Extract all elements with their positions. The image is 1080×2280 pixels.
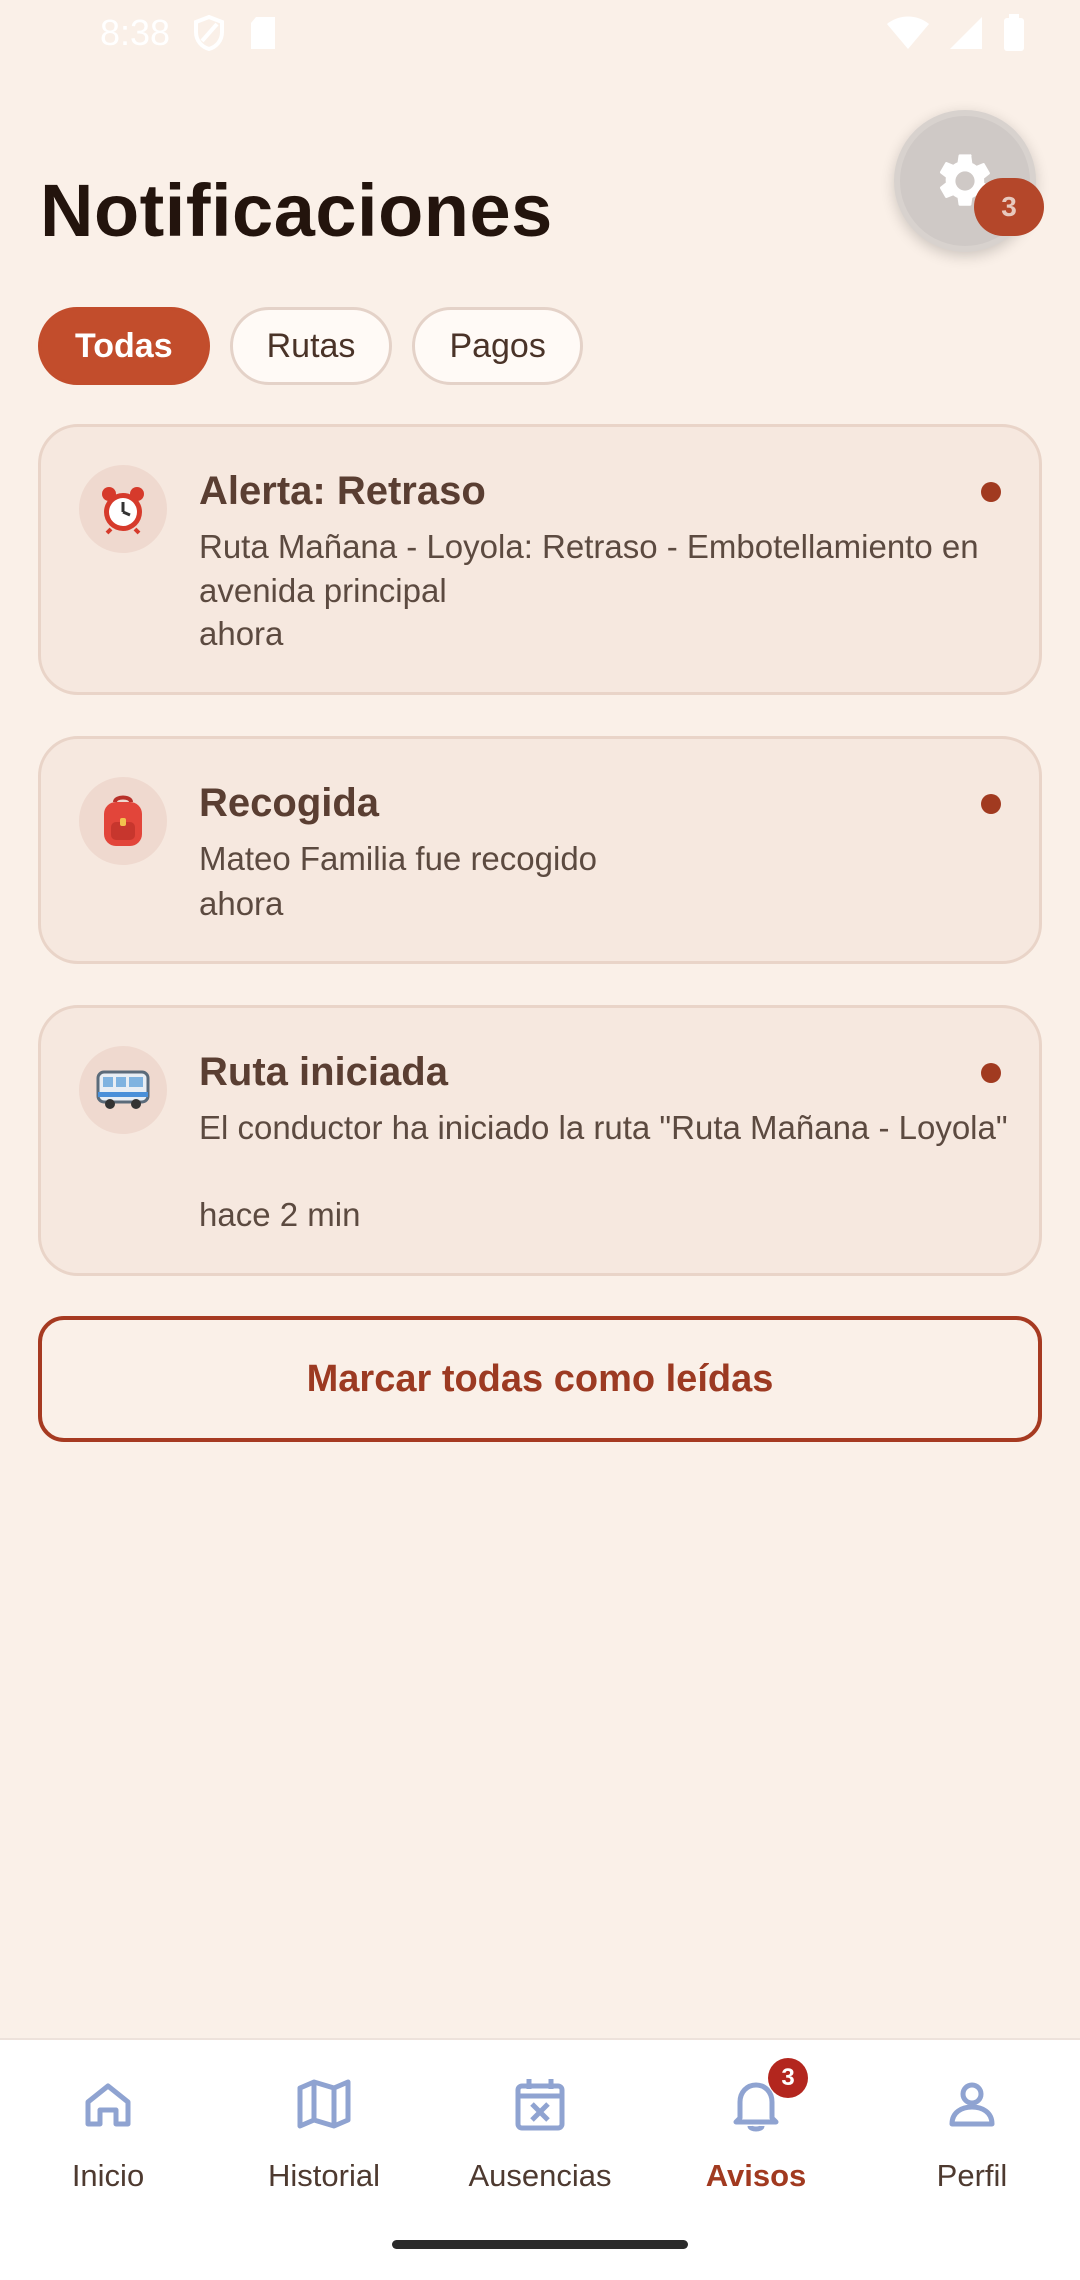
mark-all-read-button[interactable]: Marcar todas como leídas [38,1316,1042,1442]
nav-label: Avisos [705,2158,807,2193]
notification-time: ahora [199,615,284,652]
notification-card[interactable]: Recogida Mateo Familia fue recogido ahor… [38,736,1042,964]
nav-label: Ausencias [468,2158,612,2193]
sd-card-icon [251,17,276,49]
filter-chip-pagos[interactable]: Pagos [412,307,583,385]
status-bar: 8:38 [0,0,1080,66]
calendar-x-icon [510,2074,570,2134]
nav-label: Perfil [936,2158,1008,2193]
nav-label: Inicio [71,2158,145,2193]
bus-icon [79,1046,167,1134]
nav-label: Historial [268,2158,380,2193]
avisos-badge: 3 [768,2058,808,2098]
wifi-icon [887,16,929,49]
bell-icon: 3 [726,2058,808,2134]
notification-message: Ruta Mañana - Loyola: Retraso - Embotell… [199,528,979,609]
filter-chip-todas[interactable]: Todas [38,307,210,385]
home-icon [78,2074,138,2134]
person-icon [942,2074,1002,2134]
battery-icon [1004,14,1024,51]
status-right [886,14,1026,52]
unread-dot [981,482,1001,502]
notification-time: hace 2 min [199,1196,361,1233]
nav-item-ausencias[interactable]: Ausencias [432,2074,648,2214]
backpack-icon [79,777,167,865]
notification-title: Ruta iniciada [199,1050,448,1094]
status-left: 8:38 [100,12,278,54]
nav-item-historial[interactable]: Historial [216,2074,432,2214]
cellular-signal-icon [950,17,982,49]
filter-chip-rutas[interactable]: Rutas [229,307,393,385]
filter-chips: Todas Rutas Pagos [38,307,583,385]
status-time: 8:38 [100,12,171,53]
unread-dot [981,794,1001,814]
shield-icon [194,14,225,52]
notification-title: Alerta: Retraso [199,469,486,513]
unread-dot [981,1063,1001,1083]
nav-item-perfil[interactable]: Perfil [864,2074,1080,2214]
nav-item-inicio[interactable]: Inicio [0,2074,216,2214]
notification-time: ahora [199,885,284,922]
settings-badge: 3 [974,178,1044,236]
notification-message: El conductor ha iniciado la ruta "Ruta M… [199,1109,1008,1146]
nav-item-avisos[interactable]: 3 Avisos [648,2058,864,2214]
page-title: Notificaciones [40,169,553,252]
alarm-clock-icon [79,465,167,553]
map-icon [294,2074,354,2134]
notification-card[interactable]: Ruta iniciada El conductor ha iniciado l… [38,1005,1042,1276]
notification-card[interactable]: Alerta: Retraso Ruta Mañana - Loyola: Re… [38,424,1042,695]
notification-message: Mateo Familia fue recogido [199,840,598,877]
home-indicator[interactable] [392,2240,688,2249]
notification-title: Recogida [199,781,380,825]
